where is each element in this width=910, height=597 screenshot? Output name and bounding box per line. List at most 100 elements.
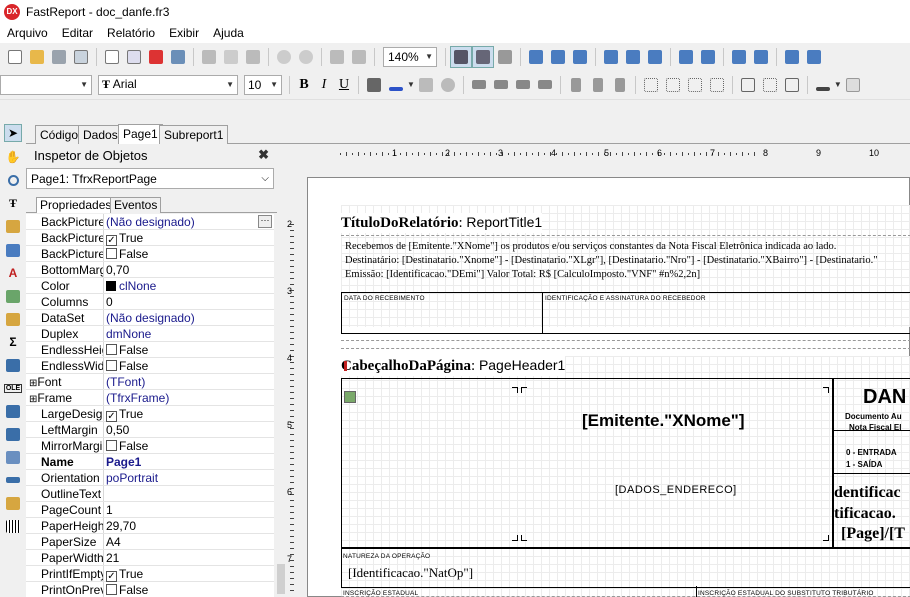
menu-relatorio[interactable]: Relatório (100, 26, 162, 40)
frame-left-button[interactable] (684, 74, 706, 96)
property-value[interactable]: False (106, 343, 266, 357)
zoom-tool[interactable] (4, 171, 22, 189)
property-value[interactable]: ✓ True (106, 567, 266, 582)
property-value[interactable]: poPortrait (106, 471, 266, 485)
memo-tool[interactable]: A (4, 264, 22, 282)
style-select[interactable]: ▼ (0, 74, 92, 95)
align-left-button[interactable] (525, 46, 547, 68)
tab-eventos[interactable]: Eventos (110, 197, 162, 213)
show-grid-button[interactable] (450, 45, 472, 68)
new-dialog-button[interactable] (123, 46, 145, 68)
menu-editar[interactable]: Editar (55, 26, 100, 40)
menu-arquivo[interactable]: Arquivo (0, 26, 55, 40)
property-checkbox[interactable]: ✓ (106, 235, 117, 246)
space-horizontal-button[interactable] (675, 46, 697, 68)
frame-bottom-button[interactable] (662, 74, 684, 96)
frame-top-button[interactable] (640, 74, 662, 96)
barcode-tool[interactable] (4, 517, 22, 535)
scrollbar-thumb[interactable] (277, 564, 285, 594)
hand-tool[interactable]: ✋ (4, 148, 22, 166)
property-row[interactable]: Color clNone (26, 278, 274, 294)
frame-edit-button[interactable] (781, 74, 803, 96)
align-right-button[interactable] (569, 46, 591, 68)
align-top-button[interactable] (600, 46, 622, 68)
design-area[interactable]: 1 2 3 4 5 6 7 8 9 10 2 3 4 5 6 7 TítuloDoRelatório: Re… (285, 144, 910, 597)
property-value[interactable]: (TFont) (106, 375, 266, 389)
text-align-left-button[interactable] (468, 74, 490, 96)
tab-codigo[interactable]: Código (35, 125, 84, 144)
saida-label[interactable]: 1 - SAÍDA (846, 460, 882, 469)
chevron-down-icon[interactable]: ▼ (834, 80, 842, 89)
format-painter-tool[interactable] (4, 217, 22, 235)
property-row[interactable]: BackPicturePri✓True (26, 230, 274, 246)
center-vertical-button[interactable] (750, 46, 772, 68)
property-value[interactable]: 1 (106, 503, 266, 517)
band-tool[interactable] (4, 241, 22, 259)
cut-button[interactable] (198, 46, 220, 68)
center-horizontal-button[interactable] (728, 46, 750, 68)
text-align-right-button[interactable] (512, 74, 534, 96)
property-value[interactable]: False (106, 583, 266, 597)
property-row[interactable]: PrintOnPrevio False (26, 582, 274, 597)
property-row[interactable]: Columns 0 (26, 294, 274, 310)
natop-field[interactable]: [Identificacao."NatOp"] (348, 565, 473, 581)
close-icon[interactable]: ✖ (258, 147, 269, 163)
property-row[interactable]: PaperWidth 21 (26, 550, 274, 566)
same-width-button[interactable] (781, 46, 803, 68)
inspector-scrollbar[interactable] (277, 214, 285, 597)
endereco-field[interactable]: [DADOS_ENDERECO] (615, 484, 737, 496)
receipt-text[interactable]: Recebemos de [Emitente."XNome"] os produ… (345, 240, 910, 282)
identificacao-field-2[interactable]: tificacao. (834, 505, 896, 523)
picture-tool[interactable] (4, 287, 22, 305)
new-page-button[interactable] (101, 46, 123, 68)
property-row[interactable]: LeftMargin 0,50 (26, 422, 274, 438)
property-value[interactable]: 21 (106, 551, 266, 565)
property-value[interactable]: 0,70 (106, 263, 266, 277)
property-row[interactable]: PageCount 1 (26, 502, 274, 518)
page-settings-button[interactable] (167, 46, 189, 68)
emitente-name-field[interactable]: [Emitente."XNome"] (582, 411, 745, 431)
property-checkbox[interactable] (106, 344, 117, 355)
property-value[interactable]: ✓ True (106, 231, 266, 246)
property-row[interactable]: OutlineText (26, 486, 274, 502)
ungroup-button[interactable] (348, 46, 370, 68)
align-bottom-button[interactable] (644, 46, 666, 68)
shape-tool[interactable] (4, 356, 22, 374)
undo-button[interactable] (273, 46, 295, 68)
text-align-center-button[interactable] (490, 74, 512, 96)
richtext-tool[interactable] (4, 425, 22, 443)
property-row[interactable]: PaperSize A4 (26, 534, 274, 550)
delete-page-button[interactable] (145, 46, 167, 68)
text-tool[interactable]: Ŧ (4, 194, 22, 212)
same-height-button[interactable] (803, 46, 825, 68)
property-value[interactable]: A4 (106, 535, 266, 549)
property-checkbox[interactable] (106, 440, 117, 451)
property-value[interactable]: False (106, 247, 266, 261)
property-row[interactable]: PaperHeight 29,70 (26, 518, 274, 534)
property-value[interactable]: 0,50 (106, 423, 266, 437)
property-value[interactable]: dmNone (106, 327, 266, 341)
logo-picture-icon[interactable] (344, 391, 356, 403)
select-tool[interactable]: ➤ (4, 124, 22, 142)
menu-ajuda[interactable]: Ajuda (206, 26, 251, 40)
frame-right-button[interactable] (706, 74, 728, 96)
property-value[interactable]: (Não designado) (106, 215, 266, 229)
property-row[interactable]: Duplex dmNone (26, 326, 274, 342)
property-value[interactable]: (TfrxFrame) (106, 391, 266, 405)
documento-auxiliar-label[interactable]: Documento Au (845, 412, 902, 421)
property-row[interactable]: LargeDesignH✓True (26, 406, 274, 422)
tab-propriedades[interactable]: Propriedades (36, 197, 116, 213)
bold-button[interactable]: B (294, 77, 314, 93)
property-row[interactable]: BackPictureVi False (26, 246, 274, 262)
property-row[interactable]: DataSet (Não designado) (26, 310, 274, 326)
page-number-field[interactable]: [Page]/[T (841, 525, 905, 543)
valign-center-button[interactable] (587, 74, 609, 96)
system-text-tool[interactable]: Σ (4, 333, 22, 351)
valign-bottom-button[interactable] (609, 74, 631, 96)
chart-tool[interactable] (4, 494, 22, 512)
underline-button[interactable]: U (334, 77, 354, 93)
property-value[interactable]: False (106, 439, 266, 453)
ellipsis-button[interactable]: ··· (258, 215, 272, 228)
crosstab-tool[interactable] (4, 448, 22, 466)
save-button[interactable] (48, 46, 70, 68)
